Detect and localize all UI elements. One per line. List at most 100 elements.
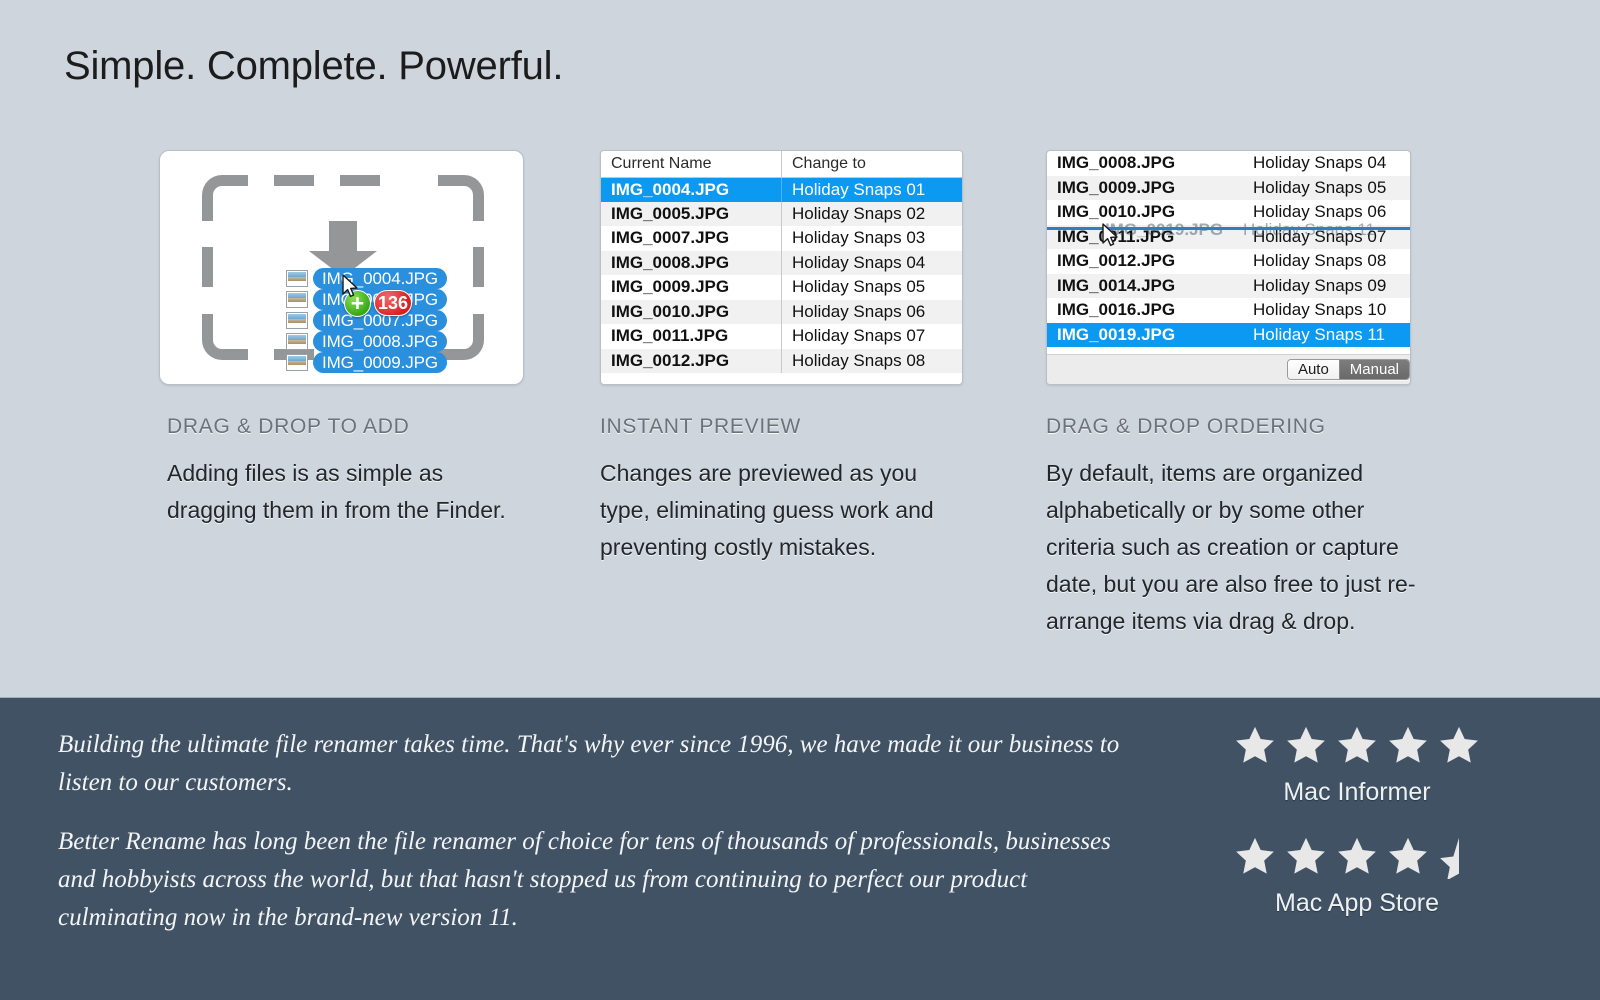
cell-current-name: IMG_0010.JPG [1057, 202, 1176, 222]
table-row[interactable]: IMG_0005.JPG Holiday Snaps 02 [601, 201, 962, 226]
cell-current-name: IMG_0010.JPG [601, 299, 782, 324]
table-row[interactable]: IMG_0004.JPG Holiday Snaps 01 [601, 177, 962, 202]
table-row[interactable]: IMG_0008.JPG Holiday Snaps 04 [1047, 151, 1410, 176]
dropzone-dash-top-b [340, 175, 380, 186]
cell-change-to: Holiday Snaps 09 [1243, 273, 1410, 298]
feature-title: DRAG & DROP TO ADD [167, 415, 410, 438]
feature-description: By default, items are organized alphabet… [1046, 460, 1416, 634]
table-row[interactable]: IMG_0019.JPG Holiday Snaps 11 [1047, 322, 1410, 347]
sort-mode-segmented-control[interactable]: Auto Manual [1286, 359, 1410, 380]
column-header-change-to[interactable]: Change to [781, 151, 962, 178]
feature-column-instant-preview: Current Name Change to IMG_0004.JPG Holi… [600, 150, 963, 640]
sort-mode-auto-button[interactable]: Auto [1287, 360, 1339, 379]
dropzone-corner-bottom-left [202, 314, 248, 360]
table-row[interactable]: IMG_0016.JPG Holiday Snaps 10 [1047, 298, 1410, 323]
cell-change-to: Holiday Snaps 07 [781, 324, 962, 349]
cell-change-to: Holiday Snaps 02 [781, 201, 962, 226]
photo-thumbnail-icon [286, 291, 308, 308]
cell-current-name: IMG_0008.JPG [1057, 153, 1176, 173]
table-row[interactable]: IMG_0014.JPG Holiday Snaps 09 [1047, 273, 1410, 298]
cell-current-name: IMG_0012.JPG [601, 348, 782, 373]
feature-columns: IMG_0004.JPG IMG_0005.JPG IMG_0007.JPG I… [0, 150, 1600, 640]
mouse-pointer-icon [342, 274, 359, 303]
star-rating-row [1222, 724, 1492, 768]
table-row[interactable]: IMG_0012.JPG Holiday Snaps 08 [1047, 249, 1410, 274]
photo-thumbnail-icon [286, 354, 308, 371]
company-statement-paragraph: Better Rename has long been the file ren… [58, 828, 1111, 931]
photo-thumbnail-icon [286, 312, 308, 329]
star-full-icon [1287, 837, 1325, 874]
star-rating-row [1222, 835, 1492, 879]
mouse-pointer-icon [1102, 223, 1119, 252]
marketing-page: Simple. Complete. Powerful. IMG_0004.JPG… [0, 0, 1600, 1000]
cell-change-to: Holiday Snaps 04 [1253, 153, 1387, 173]
table-row[interactable]: IMG_0012.JPG Holiday Snaps 08 [601, 348, 962, 373]
feature-description: Adding files is as simple as dragging th… [167, 460, 506, 523]
cell-change-to: Holiday Snaps 05 [1243, 175, 1410, 200]
cell-current-name: IMG_0007.JPG [611, 228, 730, 248]
table-row[interactable]: IMG_0010.JPG Holiday Snaps 06 [1047, 200, 1410, 225]
dropzone-card: IMG_0004.JPG IMG_0005.JPG IMG_0007.JPG I… [159, 150, 524, 385]
rename-preview-table: Current Name Change to IMG_0004.JPG Holi… [601, 151, 962, 373]
star-full-icon [1389, 726, 1427, 763]
dragged-file-name: IMG_0004.JPG [313, 268, 447, 289]
dragged-file-name: IMG_0008.JPG [313, 331, 447, 352]
cell-change-to: Holiday Snaps 11 [1243, 322, 1410, 347]
feature-title: INSTANT PREVIEW [600, 415, 802, 438]
table-row[interactable]: IMG_0008.JPG Holiday Snaps 04 [601, 250, 962, 275]
cell-change-to: Holiday Snaps 10 [1253, 300, 1387, 320]
star-full-icon [1236, 837, 1274, 874]
dragged-file-name: IMG_0009.JPG [313, 352, 447, 373]
column-header-current-name[interactable]: Current Name [601, 151, 782, 178]
dragged-file-item: IMG_0009.JPG [286, 352, 516, 373]
star-full-icon [1440, 726, 1478, 763]
table-row[interactable]: IMG_0009.JPG Holiday Snaps 05 [601, 275, 962, 300]
cell-current-name: IMG_0011.JPG [611, 326, 729, 346]
cell-change-to: Holiday Snaps 05 [781, 275, 962, 300]
sort-mode-manual-button[interactable]: Manual [1338, 360, 1409, 379]
star-full-icon [1236, 726, 1274, 763]
ratings-panel: Mac Informer Mac App Store [1222, 724, 1492, 918]
preview-table-card: Current Name Change to IMG_0004.JPG Holi… [600, 150, 963, 385]
table-row[interactable]: IMG_0010.JPG Holiday Snaps 06 [601, 299, 962, 324]
feature-description: Changes are previewed as you type, elimi… [600, 460, 934, 560]
cell-current-name: IMG_0004.JPG [601, 177, 782, 202]
star-full-icon [1287, 726, 1325, 763]
dropzone-corner-top-right [438, 175, 484, 221]
star-half-icon [1440, 837, 1459, 879]
table-header-row: Current Name Change to [601, 151, 962, 178]
table-row[interactable]: IMG_0009.JPG Holiday Snaps 05 [1047, 175, 1410, 200]
rating-mac-informer: Mac Informer [1222, 724, 1492, 807]
feature-title: DRAG & DROP ORDERING [1046, 415, 1326, 438]
table-row[interactable]: IMG_0011.JPG Holiday Snaps 07 [601, 324, 962, 349]
cell-current-name: IMG_0008.JPG [601, 250, 782, 275]
dragged-file-item: IMG_0008.JPG [286, 331, 516, 352]
ordering-table-body: IMG_0008.JPG Holiday Snaps 04 IMG_0009.J… [1047, 151, 1410, 354]
feature-column-drag-drop-add: IMG_0004.JPG IMG_0005.JPG IMG_0007.JPG I… [159, 150, 524, 640]
cell-current-name: IMG_0009.JPG [1047, 175, 1244, 200]
company-statement: Building the ultimate file renamer takes… [58, 726, 1148, 937]
page-title: Simple. Complete. Powerful. [64, 44, 564, 88]
ordering-footer-bar: Auto Manual [1047, 354, 1410, 384]
photo-thumbnail-icon [286, 270, 308, 287]
ordering-table-card: IMG_0008.JPG Holiday Snaps 04 IMG_0009.J… [1046, 150, 1411, 385]
photo-thumbnail-icon [286, 333, 308, 350]
dropzone-corner-top-left [202, 175, 248, 221]
star-full-icon [1338, 837, 1376, 874]
dragged-file-item: IMG_0004.JPG [286, 268, 516, 289]
rating-source-label: Mac Informer [1283, 778, 1431, 806]
cell-current-name: IMG_0005.JPG [601, 201, 782, 226]
dropzone-dash-left [202, 247, 213, 287]
cell-change-to: Holiday Snaps 01 [781, 177, 962, 202]
cell-current-name: IMG_0012.JPG [1057, 251, 1176, 271]
rating-mac-app-store: Mac App Store [1222, 835, 1492, 918]
rating-source-label: Mac App Store [1275, 889, 1439, 917]
cell-change-to: Holiday Snaps 03 [781, 226, 962, 251]
company-statement-paragraph: Building the ultimate file renamer takes… [58, 731, 1120, 796]
cell-change-to: Holiday Snaps 06 [781, 299, 962, 324]
cell-current-name: IMG_0009.JPG [611, 277, 730, 297]
dragged-file-list: IMG_0004.JPG IMG_0005.JPG IMG_0007.JPG I… [286, 268, 516, 373]
cell-change-to: Holiday Snaps 08 [781, 348, 962, 373]
table-row[interactable]: IMG_0007.JPG Holiday Snaps 03 [601, 226, 962, 251]
cell-current-name: IMG_0019.JPG [1047, 322, 1244, 347]
